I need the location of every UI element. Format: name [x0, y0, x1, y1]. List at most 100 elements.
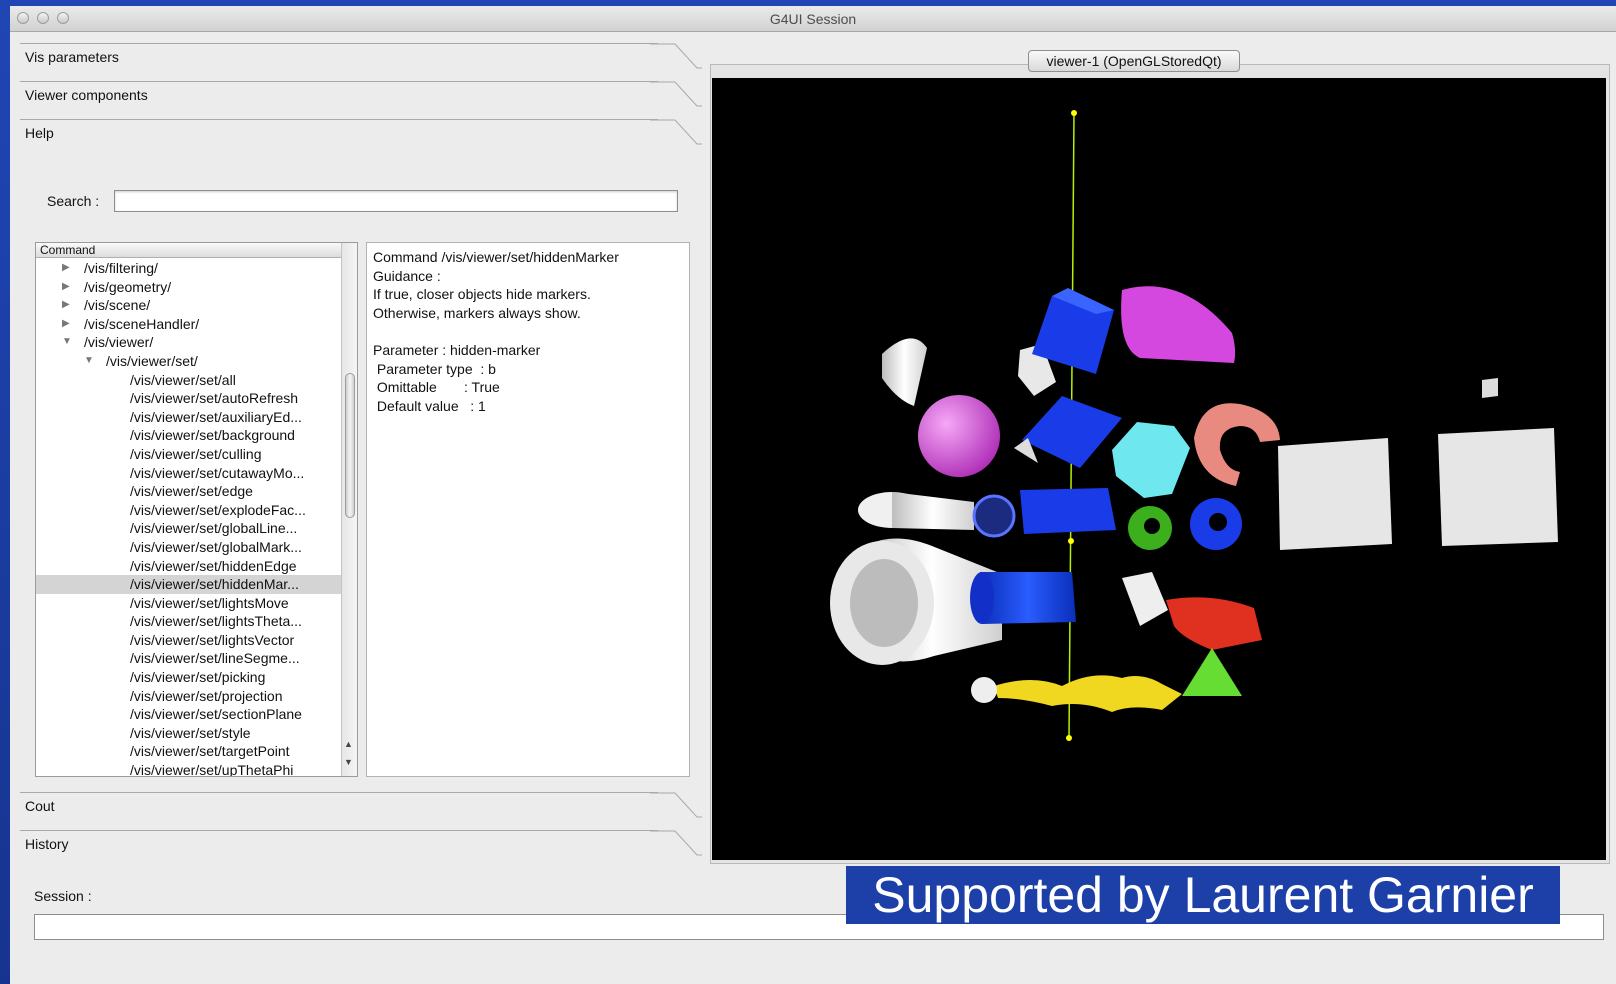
blue-cylinder-shape — [980, 572, 1076, 624]
search-label: Search : — [47, 193, 100, 209]
section-divider — [20, 43, 658, 44]
torus-shape — [1194, 403, 1280, 486]
tree-row-label: /vis/viewer/set/style — [130, 724, 251, 741]
expanded-arrow-icon[interactable]: ▼ — [84, 352, 94, 371]
tree-row-label: /vis/viewer/set/lineSegme... — [130, 650, 300, 667]
trapezoid-shape — [1182, 648, 1242, 696]
tree-row-label: /vis/geometry/ — [84, 278, 172, 295]
search-input[interactable] — [114, 190, 678, 212]
section-help[interactable]: Help — [25, 125, 54, 141]
tree-column-header[interactable]: Command — [36, 243, 341, 258]
cone-section-shape — [1121, 286, 1236, 363]
tree-row[interactable]: /vis/viewer/set/explodeFac... — [36, 501, 341, 520]
caption-banner: Supported by Laurent Garnier — [846, 866, 1560, 924]
tree-row-label: /vis/viewer/ — [84, 334, 154, 351]
section-divider-corner — [650, 792, 702, 818]
tree-row-label: /vis/viewer/set/all — [130, 371, 236, 388]
tree-row-label: /vis/viewer/set/autoRefresh — [130, 390, 299, 407]
twisted-tube-shape — [972, 494, 1016, 538]
tree-row[interactable]: /vis/viewer/set/lightsVector — [36, 631, 341, 650]
tree-row[interactable]: /vis/viewer/set/auxiliaryEd... — [36, 408, 341, 427]
tree-row[interactable]: /vis/viewer/set/all — [36, 371, 341, 390]
tree-row[interactable]: /vis/viewer/set/globalLine... — [36, 519, 341, 538]
section-divider-corner — [650, 119, 702, 145]
ring-hole — [1144, 518, 1160, 534]
blue-box-shape — [1022, 396, 1122, 468]
tree-row-label: /vis/viewer/set/picking — [130, 669, 266, 686]
tree-row-label: /vis/viewer/set/globalMark... — [130, 538, 302, 555]
tree-row-label: /vis/sceneHandler/ — [84, 315, 200, 332]
help-text-line: Omittable : True — [373, 379, 500, 396]
twisted-box-shape — [994, 675, 1182, 712]
tree-row-label: /vis/viewer/set/ — [106, 352, 198, 369]
section-cout[interactable]: Cout — [25, 798, 55, 814]
collapsed-arrow-icon[interactable]: ▶ — [62, 296, 70, 315]
tree-row[interactable]: /vis/viewer/set/projection — [36, 687, 341, 706]
tree-row[interactable]: /vis/viewer/set/style — [36, 724, 341, 743]
tree-row-label: /vis/viewer/set/edge — [130, 483, 253, 500]
expanded-arrow-icon[interactable]: ▼ — [62, 333, 72, 352]
tree-scrollbar[interactable]: ▲ ▼ — [341, 243, 357, 776]
small-sphere-shape — [971, 677, 997, 703]
tree-row[interactable]: /vis/viewer/set/lightsMove — [36, 594, 341, 613]
tree-row-label: /vis/viewer/set/culling — [130, 445, 262, 462]
tube-inner — [850, 559, 918, 647]
tree-row[interactable]: ▶ /vis/geometry/ — [36, 278, 341, 297]
collapsed-arrow-icon[interactable]: ▶ — [62, 315, 70, 334]
tree-row[interactable]: ▶ /vis/filtering/ — [36, 259, 341, 278]
polycone-shape — [1112, 422, 1190, 498]
viewer-tab[interactable]: viewer-1 (OpenGLStoredQt) — [1028, 50, 1240, 72]
tree-scroll-thumb[interactable] — [345, 373, 355, 518]
section-divider — [20, 792, 658, 793]
command-tree[interactable]: Command ▶/vis/filtering/▶/vis/geometry/▶… — [35, 242, 358, 777]
tree-row[interactable]: ▶ /vis/sceneHandler/ — [36, 315, 341, 334]
tree-row[interactable]: /vis/viewer/set/edge — [36, 482, 341, 501]
tree-row[interactable]: /vis/viewer/set/lineSegme... — [36, 649, 341, 668]
tree-row[interactable]: /vis/viewer/set/culling — [36, 445, 341, 464]
section-history[interactable]: History — [25, 836, 69, 852]
tree-row-label: /vis/viewer/set/lightsMove — [130, 594, 289, 611]
tree-row-label: /vis/viewer/set/targetPoint — [130, 743, 290, 760]
tree-row[interactable]: ▶ /vis/scene/ — [36, 296, 341, 315]
scroll-down-arrow-icon[interactable]: ▼ — [344, 757, 353, 767]
collapsed-arrow-icon[interactable]: ▶ — [62, 259, 70, 278]
help-text-line: Otherwise, markers always show. — [373, 304, 581, 321]
tree-row-label: /vis/viewer/set/lightsVector — [130, 631, 295, 648]
window-title: G4UI Session — [769, 11, 857, 27]
help-text-line: Parameter type : b — [373, 360, 496, 377]
tree-row[interactable]: /vis/viewer/set/cutawayMo... — [36, 464, 341, 483]
tree-row[interactable]: ▼ /vis/viewer/set/ — [36, 352, 341, 371]
tree-row[interactable]: /vis/viewer/set/background — [36, 426, 341, 445]
tree-row[interactable]: /vis/viewer/set/hiddenEdge — [36, 557, 341, 576]
tree-row[interactable]: ▼ /vis/viewer/ — [36, 333, 341, 352]
tree-row[interactable]: /vis/viewer/set/globalMark... — [36, 538, 341, 557]
tree-row[interactable]: /vis/viewer/set/targetPoint — [36, 742, 341, 761]
tree-row[interactable]: /vis/viewer/set/autoRefresh — [36, 389, 341, 408]
tree-row[interactable]: /vis/viewer/set/upThetaPhi — [36, 761, 341, 776]
section-divider — [20, 119, 658, 120]
scroll-up-arrow-icon[interactable]: ▲ — [344, 739, 353, 749]
g4ui-window: G4UI Session Vis parameters Viewer compo… — [10, 6, 1616, 984]
ring-hole — [1209, 513, 1227, 531]
section-divider — [20, 830, 658, 831]
tree-row[interactable]: /vis/viewer/set/lightsTheta... — [36, 612, 341, 631]
section-viewer-components[interactable]: Viewer components — [25, 87, 148, 103]
help-text-line — [373, 322, 683, 341]
tree-row[interactable]: /vis/viewer/set/sectionPlane — [36, 705, 341, 724]
axis-marker — [1068, 538, 1074, 544]
gray-box-shape — [1438, 428, 1558, 546]
tree-row[interactable]: /vis/viewer/set/hiddenMar... — [36, 575, 341, 594]
opengl-viewer-canvas[interactable] — [712, 78, 1606, 860]
tree-row-label: /vis/viewer/set/hiddenEdge — [130, 557, 297, 574]
red-tube-section-shape — [1166, 597, 1262, 650]
tree-row[interactable]: /vis/viewer/set/picking — [36, 668, 341, 687]
help-text-line: Default value : 1 — [373, 397, 486, 414]
collapsed-arrow-icon[interactable]: ▶ — [62, 278, 70, 297]
small-tube-shape — [1482, 378, 1498, 398]
section-vis-parameters[interactable]: Vis parameters — [25, 49, 119, 65]
tree-row-label: /vis/viewer/set/hiddenMar... — [130, 576, 299, 593]
tree-row-label: /vis/viewer/set/globalLine... — [130, 520, 298, 537]
tree-row-label: /vis/viewer/set/lightsTheta... — [130, 613, 302, 630]
section-divider-corner — [650, 81, 702, 107]
tree-row-label: /vis/scene/ — [84, 297, 151, 314]
